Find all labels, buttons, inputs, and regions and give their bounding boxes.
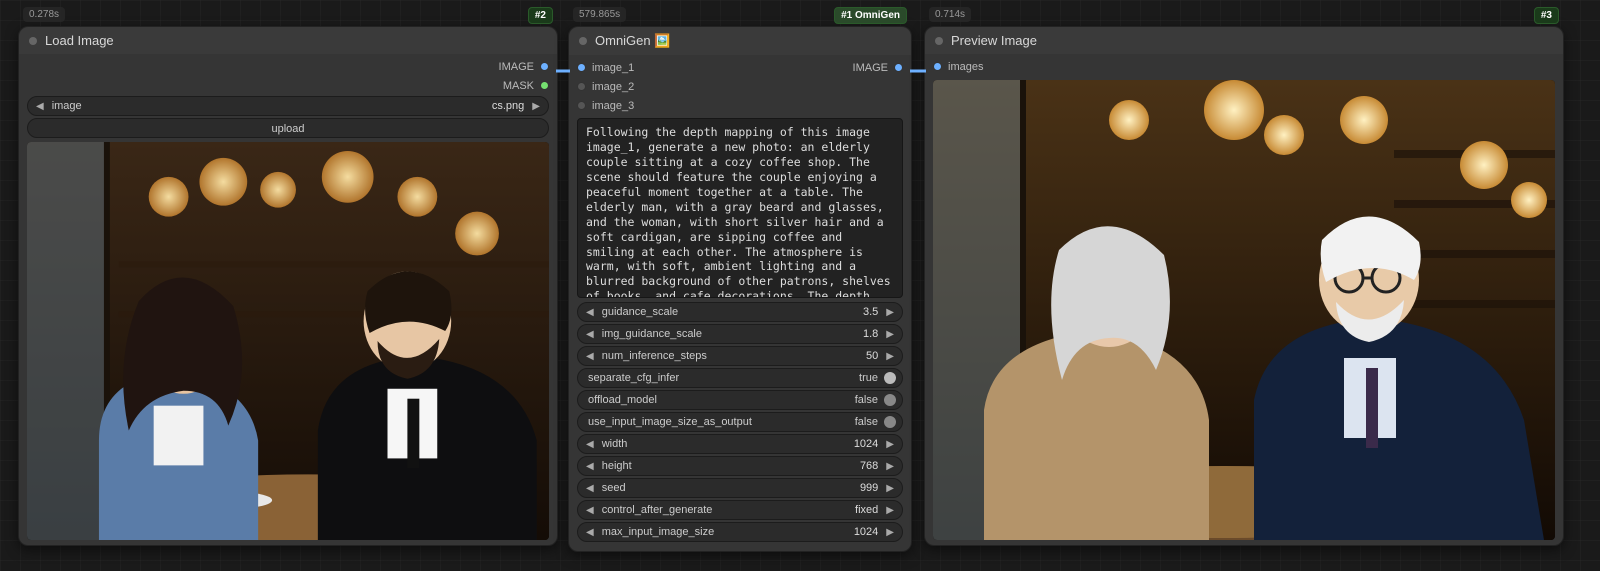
toggle-knob-icon[interactable] (884, 372, 896, 384)
input-port-images[interactable]: images (929, 58, 987, 75)
node-time-badge: 579.865s (573, 7, 626, 22)
toggle-knob-icon[interactable] (884, 416, 896, 428)
node-id-badge: #2 (528, 7, 553, 24)
output-port-mask[interactable]: MASK (499, 77, 553, 94)
node-header[interactable]: Load Image (19, 27, 557, 54)
input-image-preview[interactable] (27, 142, 549, 540)
param-seed[interactable]: ◀seed999▶ (577, 478, 903, 498)
output-port-image[interactable]: IMAGE (495, 58, 553, 75)
param-max_input_image_size[interactable]: ◀max_input_image_size1024▶ (577, 522, 903, 542)
chevron-right-icon[interactable]: ▶ (882, 483, 898, 494)
chevron-right-icon[interactable]: ▶ (882, 505, 898, 516)
chevron-right-icon[interactable]: ▶ (528, 101, 544, 112)
input-port-image-3[interactable]: image_3 (573, 97, 638, 114)
param-control_after_generate[interactable]: ◀control_after_generatefixed▶ (577, 500, 903, 520)
chevron-right-icon[interactable]: ▶ (882, 527, 898, 538)
input-port-image-2[interactable]: image_2 (573, 78, 638, 95)
chevron-left-icon[interactable]: ◀ (582, 461, 598, 472)
chevron-right-icon[interactable]: ▶ (882, 329, 898, 340)
param-width[interactable]: ◀width1024▶ (577, 434, 903, 454)
collapse-dot-icon[interactable] (29, 37, 37, 45)
node-id-badge: #3 (1534, 7, 1559, 24)
chevron-right-icon[interactable]: ▶ (882, 307, 898, 318)
node-preview-image[interactable]: 0.714s #3 Preview Image images (924, 26, 1564, 546)
node-title: Preview Image (951, 33, 1037, 48)
param-use_input_image_size_as_output[interactable]: use_input_image_size_as_outputfalse (577, 412, 903, 432)
toggle-knob-icon[interactable] (884, 394, 896, 406)
output-port-image[interactable]: IMAGE (849, 59, 907, 76)
chevron-right-icon[interactable]: ▶ (882, 351, 898, 362)
chevron-left-icon[interactable]: ◀ (582, 505, 598, 516)
input-port-image-1[interactable]: image_1 (573, 59, 638, 76)
node-omnigen[interactable]: 579.865s #1 OmniGen OmniGen 🖼️ image_1 i… (568, 26, 912, 552)
collapse-dot-icon[interactable] (935, 37, 943, 45)
node-time-badge: 0.714s (929, 7, 971, 22)
node-title: Load Image (45, 33, 114, 48)
upload-button[interactable]: upload (27, 118, 549, 138)
image-selector-combo[interactable]: ◀ image cs.png ▶ (27, 96, 549, 116)
node-header[interactable]: OmniGen 🖼️ (569, 27, 911, 55)
chevron-left-icon[interactable]: ◀ (582, 527, 598, 538)
chevron-left-icon[interactable]: ◀ (582, 483, 598, 494)
param-separate_cfg_infer[interactable]: separate_cfg_infertrue (577, 368, 903, 388)
node-time-badge: 0.278s (23, 7, 65, 22)
output-image-preview[interactable] (933, 80, 1555, 540)
chevron-right-icon[interactable]: ▶ (882, 439, 898, 450)
chevron-left-icon[interactable]: ◀ (582, 351, 598, 362)
param-num_inference_steps[interactable]: ◀num_inference_steps50▶ (577, 346, 903, 366)
collapse-dot-icon[interactable] (579, 37, 587, 45)
prompt-textarea[interactable]: Following the depth mapping of this imag… (577, 118, 903, 298)
chevron-left-icon[interactable]: ◀ (582, 307, 598, 318)
param-offload_model[interactable]: offload_modelfalse (577, 390, 903, 410)
param-height[interactable]: ◀height768▶ (577, 456, 903, 476)
node-load-image[interactable]: 0.278s #2 Load Image IMAGE MASK ◀ image … (18, 26, 558, 546)
chevron-right-icon[interactable]: ▶ (882, 461, 898, 472)
node-id-badge: #1 OmniGen (834, 7, 907, 24)
chevron-left-icon[interactable]: ◀ (582, 439, 598, 450)
param-guidance_scale[interactable]: ◀guidance_scale3.5▶ (577, 302, 903, 322)
node-header[interactable]: Preview Image (925, 27, 1563, 54)
chevron-left-icon[interactable]: ◀ (582, 329, 598, 340)
node-title: OmniGen 🖼️ (595, 33, 670, 49)
chevron-left-icon[interactable]: ◀ (32, 101, 48, 112)
param-img_guidance_scale[interactable]: ◀img_guidance_scale1.8▶ (577, 324, 903, 344)
